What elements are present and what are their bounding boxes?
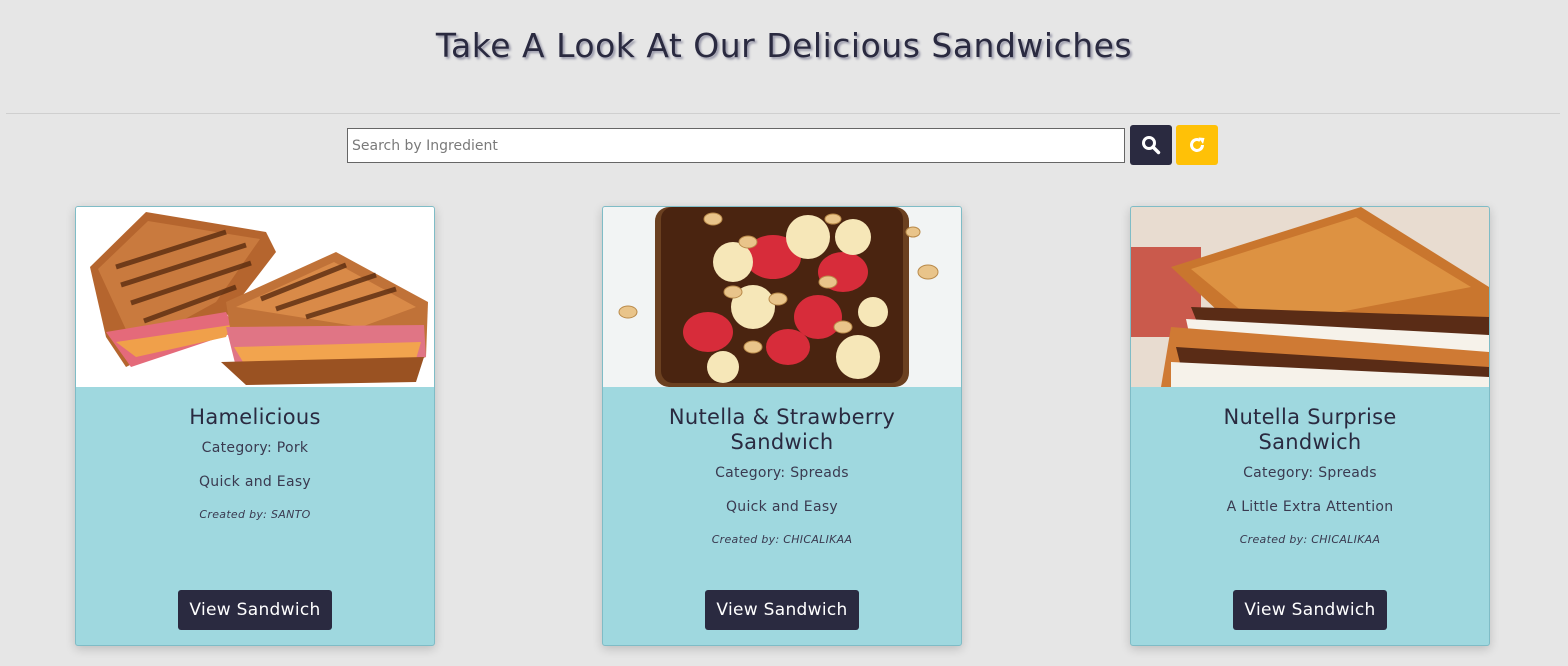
sandwich-card: Nutella Surprise Sandwich Category: Spre… bbox=[1130, 206, 1490, 646]
card-title: Hamelicious bbox=[189, 405, 321, 429]
card-author: Created by: CHICALIKAA bbox=[1239, 533, 1381, 546]
card-author: Created by: SANTO bbox=[199, 508, 311, 521]
card-difficulty: Quick and Easy bbox=[725, 499, 839, 515]
card-body: Hamelicious Category: Pork Quick and Eas… bbox=[76, 387, 434, 521]
card-difficulty: Quick and Easy bbox=[198, 474, 312, 490]
card-category: Category: Spreads bbox=[1243, 465, 1377, 481]
sandwich-card: Hamelicious Category: Pork Quick and Eas… bbox=[75, 206, 435, 646]
page: Take A Look At Our Delicious Sandwiches bbox=[0, 0, 1568, 666]
divider bbox=[6, 113, 1560, 114]
card-category: Category: Pork bbox=[201, 440, 309, 456]
view-sandwich-button[interactable]: View Sandwich bbox=[1233, 590, 1387, 630]
sandwich-card: Nutella & Strawberry Sandwich Category: … bbox=[602, 206, 962, 646]
sandwich-image bbox=[603, 207, 961, 387]
card-body: Nutella Surprise Sandwich Category: Spre… bbox=[1131, 387, 1489, 546]
page-title: Take A Look At Our Delicious Sandwiches bbox=[435, 26, 1133, 65]
card-difficulty: A Little Extra Attention bbox=[1226, 499, 1394, 515]
view-sandwich-button[interactable]: View Sandwich bbox=[178, 590, 332, 630]
search-input[interactable] bbox=[347, 128, 1125, 163]
card-body: Nutella & Strawberry Sandwich Category: … bbox=[603, 387, 961, 546]
sandwich-image bbox=[1131, 207, 1489, 387]
view-sandwich-button[interactable]: View Sandwich bbox=[705, 590, 859, 630]
search-button[interactable] bbox=[1130, 125, 1172, 165]
card-title: Nutella Surprise Sandwich bbox=[1223, 405, 1397, 454]
search-icon bbox=[1142, 136, 1161, 155]
sandwich-image bbox=[76, 207, 434, 387]
card-title: Nutella & Strawberry Sandwich bbox=[668, 405, 896, 454]
card-author: Created by: CHICALIKAA bbox=[711, 533, 853, 546]
refresh-icon bbox=[1190, 137, 1205, 152]
reset-button[interactable] bbox=[1176, 125, 1218, 165]
card-category: Category: Spreads bbox=[715, 465, 849, 481]
